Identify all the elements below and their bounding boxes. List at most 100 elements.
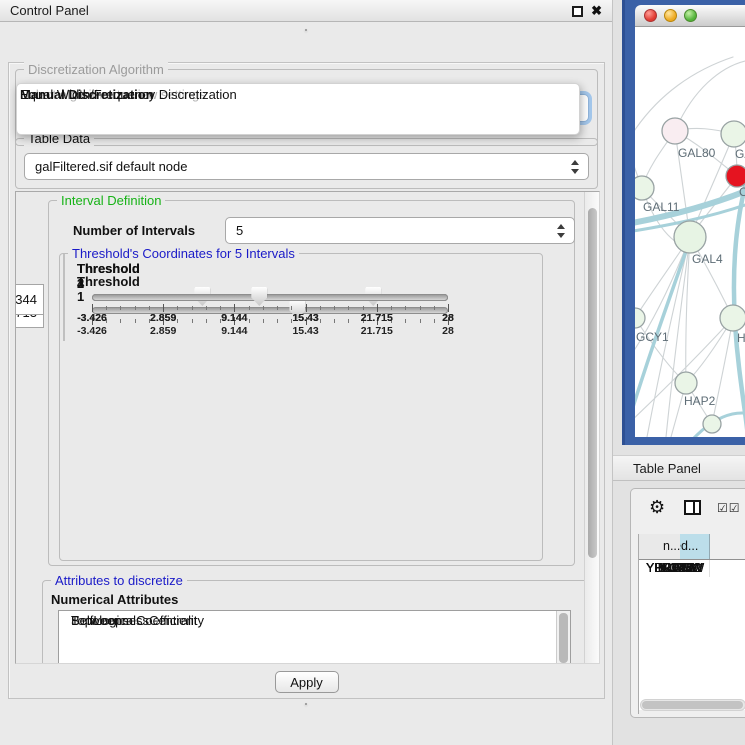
- tick-mark: [92, 304, 93, 312]
- bottom-tab-group: Impute Data Discretize Data Infer Networ…: [305, 703, 307, 705]
- attributes-group: Attributes to discretize Numerical Attri…: [42, 580, 588, 664]
- tick-mark: [135, 306, 136, 310]
- column-select-icon[interactable]: ☑☑: [717, 501, 741, 515]
- tab-infer-network[interactable]: Infer Network: [306, 704, 307, 705]
- node-label: GAL4: [692, 252, 723, 266]
- node-label: GA: [735, 147, 745, 161]
- network-node-gcy1[interactable]: [635, 308, 645, 328]
- numerical-attributes-label: Numerical Attributes: [51, 592, 178, 607]
- split-panel-icon[interactable]: [684, 500, 701, 515]
- tick-mark: [448, 304, 449, 312]
- tick-mark: [149, 306, 150, 310]
- tab-style[interactable]: Style: [306, 30, 307, 31]
- right-region: GAL80GACGAL11GAL4GCY1HHAP2 Table Panel ⚙…: [613, 0, 745, 745]
- float-window-icon[interactable]: [572, 6, 583, 17]
- control-panel-window: Control Panel ✖ Network Style: [0, 0, 613, 745]
- table-panel: ⚙ ☑☑ shared... n... YDL19...YDL19...YDR2…: [630, 488, 745, 718]
- tab-cyni-toolbox[interactable]: Cyni Toolbox: [306, 30, 307, 31]
- tick-mark: [263, 306, 264, 310]
- tick-mark: [291, 306, 292, 310]
- group-title: Attributes to discretize: [51, 573, 187, 588]
- tick-mark: [120, 306, 121, 310]
- network-window: GAL80GACGAL11GAL4GCY1HHAP2: [622, 0, 745, 445]
- tab-network[interactable]: Network: [306, 30, 307, 31]
- control-panel-tabbar: Network Style Select Cyni Toolbox jActiv…: [0, 29, 612, 57]
- dropdown-option-equal-width-frequency[interactable]: Equal Width/Frequency Discretization: [17, 87, 240, 103]
- table-hscrollbar-thumb[interactable]: [642, 701, 743, 709]
- tick-label: 15.43: [292, 312, 318, 324]
- zoom-traffic-light-icon[interactable]: [684, 9, 697, 22]
- slider-tick-labels: -3.4262.8599.14415.4321.71528: [92, 312, 448, 325]
- node-label: H: [737, 331, 745, 345]
- tick-mark: [363, 306, 364, 310]
- tick-mark: [177, 306, 178, 310]
- network-node-h[interactable]: [720, 305, 745, 331]
- tab-impute-data[interactable]: Impute Data: [306, 704, 307, 705]
- screen: Control Panel ✖ Network Style: [0, 0, 745, 745]
- tab-jactivemnodules[interactable]: jActiveMNodules: [306, 30, 307, 31]
- list-scrollbar[interactable]: [556, 611, 570, 664]
- numerical-attributes-list[interactable]: SelfLoopsTopologicalCoefficientBetweenne…: [58, 610, 571, 664]
- table-data-combobox[interactable]: galFiltered.sif default node: [24, 153, 589, 180]
- settings-scrollbar-thumb[interactable]: [588, 208, 597, 558]
- column-header-name[interactable]: n...: [639, 534, 680, 559]
- tick-mark: [206, 306, 207, 310]
- network-node-ga[interactable]: [721, 121, 745, 147]
- interval-definition-group: Interval Definition Number of Intervals …: [48, 200, 575, 566]
- tick-label: -3.426: [77, 312, 107, 324]
- bottom-tabbar: Impute Data Discretize Data Infer Networ…: [0, 703, 612, 729]
- node-label: GCY1: [636, 330, 669, 344]
- slider-track[interactable]: [92, 294, 448, 301]
- threshold-4-value-input[interactable]: [15, 284, 44, 315]
- tab-select[interactable]: Select: [306, 30, 307, 31]
- cell-name: YIL052C: [639, 560, 695, 577]
- attribute-item[interactable]: BetweennessCentrality: [71, 613, 204, 629]
- table-rows: YDL19...YDL19...YDR27...YDR27...YBR043CY…: [639, 560, 745, 710]
- panel-title: Control Panel: [10, 3, 89, 18]
- tick-mark: [106, 306, 107, 310]
- network-node-gal4[interactable]: [674, 221, 706, 253]
- slider-ticks: [92, 304, 448, 312]
- combobox-stepper-icon: [571, 160, 579, 174]
- table-data-selected-value: galFiltered.sif default node: [35, 154, 187, 179]
- minimize-traffic-light-icon[interactable]: [664, 9, 677, 22]
- tick-mark: [348, 306, 349, 310]
- tick-label: 2.859: [150, 312, 176, 324]
- table-hscrollbar[interactable]: [640, 699, 745, 711]
- settings-scrollbar[interactable]: [584, 192, 599, 663]
- network-window-titlebar[interactable]: [635, 5, 745, 27]
- threshold-4-slider[interactable]: -3.4262.8599.14415.4321.71528: [92, 285, 448, 327]
- network-node-gal11[interactable]: [635, 176, 654, 200]
- group-title: Interval Definition: [57, 193, 165, 208]
- network-canvas[interactable]: GAL80GACGAL11GAL4GCY1HHAP2: [635, 27, 745, 437]
- tick-mark: [377, 304, 378, 312]
- network-node-c[interactable]: [726, 165, 745, 187]
- gear-icon[interactable]: ⚙: [649, 497, 665, 518]
- tick-mark: [234, 304, 235, 312]
- close-traffic-light-icon[interactable]: [644, 9, 657, 22]
- tick-mark: [220, 306, 221, 310]
- tick-label: 9.144: [221, 312, 247, 324]
- node-label: GAL11: [643, 200, 680, 214]
- num-intervals-combobox[interactable]: 5: [225, 217, 575, 244]
- combobox-stepper-icon: [557, 224, 565, 238]
- tab-discretize-data[interactable]: Discretize Data: [306, 704, 307, 705]
- node-table: shared... n... YDL19...YDL19...YDR27...Y…: [638, 534, 745, 714]
- list-scrollbar-thumb[interactable]: [559, 613, 568, 663]
- network-node[interactable]: [703, 415, 721, 433]
- cyni-toolbox-panel: Discretization Algorithm Select algorith…: [8, 62, 605, 699]
- network-edge[interactable]: [686, 237, 690, 383]
- apply-button[interactable]: Apply: [275, 671, 339, 693]
- close-icon[interactable]: ✖: [591, 3, 602, 19]
- threshold-panels: Threshold 1-3.4262.8599.14415.4321.71528…: [60, 254, 542, 560]
- tick-mark: [420, 306, 421, 310]
- tick-mark: [391, 306, 392, 310]
- node-label: GAL80: [678, 146, 716, 160]
- tick-mark: [434, 306, 435, 310]
- settings-scroll-area: Interval Definition Number of Intervals …: [15, 191, 600, 664]
- network-node-gal80[interactable]: [662, 118, 688, 144]
- num-intervals-value: 5: [236, 218, 243, 243]
- network-node-hap2[interactable]: [675, 372, 697, 394]
- threshold-panel-4: Threshold 4-3.4262.8599.14415.4321.71528: [63, 254, 65, 328]
- algorithm-dropdown-popup: Select algorithm to view settings Manual…: [16, 83, 580, 135]
